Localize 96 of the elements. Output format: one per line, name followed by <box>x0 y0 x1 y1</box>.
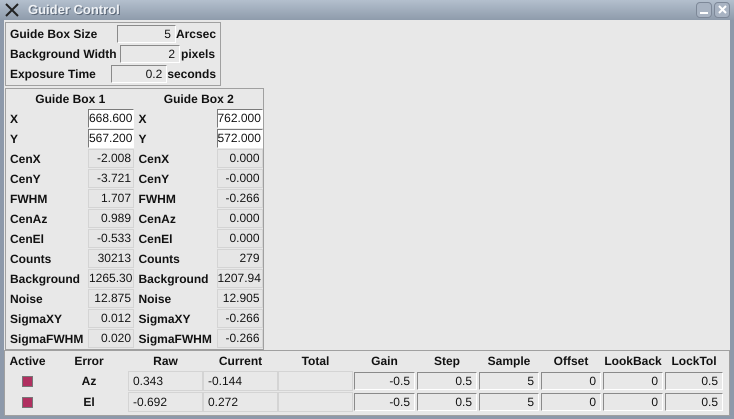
unit-label: pixels <box>180 46 216 62</box>
value-readout: 12.905 <box>216 289 262 308</box>
field-label: SigmaFWHM <box>138 330 213 348</box>
close-button[interactable] <box>714 2 730 18</box>
value-readout: -0.000 <box>216 169 262 188</box>
setting-label: Exposure Time <box>10 66 97 82</box>
value-input[interactable]: 572.000 <box>216 129 262 148</box>
value-field[interactable]: 5 <box>117 24 176 42</box>
column-heading: Step <box>432 352 461 370</box>
field-label: Counts <box>138 250 181 268</box>
value-readout: 279 <box>216 249 262 268</box>
value-field[interactable]: 0 <box>603 393 663 411</box>
value-field[interactable]: 0 <box>541 372 601 390</box>
field-label: Noise <box>9 290 44 308</box>
field-label: CenX <box>9 150 42 168</box>
axis-label: Az <box>80 373 98 390</box>
field-label: X <box>9 110 20 128</box>
setting-label: Background Width <box>10 46 118 62</box>
value-input[interactable]: 567.200 <box>88 129 134 148</box>
value-field[interactable]: 5 <box>479 393 539 411</box>
value-readout: 1265.30 <box>88 269 134 288</box>
column-heading: LockTol <box>670 352 718 370</box>
unit-label: Arcsec <box>176 26 216 42</box>
value-field[interactable]: 0 <box>541 393 601 411</box>
field-label: Counts <box>9 250 52 268</box>
value-readout: 0.000 <box>216 149 262 168</box>
field-label: Y <box>9 130 20 148</box>
minimize-button[interactable] <box>696 2 712 18</box>
value-readout: -2.008 <box>88 149 134 168</box>
column-heading: Sample <box>486 352 532 370</box>
value-readout: -3.721 <box>88 169 134 188</box>
value-readout: 1.707 <box>88 189 134 208</box>
value-field[interactable]: 0 <box>603 372 663 390</box>
column-heading: Active <box>8 352 47 370</box>
value-field[interactable]: 0.5 <box>665 393 723 411</box>
close-icon <box>718 5 726 14</box>
column-heading: LookBack <box>603 352 663 370</box>
minimize-icon <box>700 12 708 14</box>
field-label: Background <box>138 270 210 288</box>
unit-label: seconds <box>167 66 216 82</box>
field-label: SigmaXY <box>138 310 192 328</box>
value-field[interactable]: 0.5 <box>417 372 477 390</box>
value-readout: 0.020 <box>88 329 134 348</box>
value-readout: -0.144 <box>203 371 278 391</box>
value-readout: 0.343 <box>128 371 203 391</box>
field-label: CenY <box>9 170 42 188</box>
column-heading: Offset <box>552 352 590 370</box>
value-readout: 0.272 <box>203 392 278 412</box>
value-field[interactable]: 0.2 <box>111 64 168 82</box>
field-label: CenAz <box>138 210 177 228</box>
field-label: Background <box>9 270 82 288</box>
value-field[interactable]: 0.5 <box>665 372 723 390</box>
value-field[interactable]: 2 <box>120 44 180 62</box>
x-logo-icon <box>4 2 20 18</box>
active-checkbox[interactable] <box>22 396 33 408</box>
field-label: FWHM <box>138 190 177 208</box>
value-readout: 30213 <box>88 249 134 268</box>
value-readout: 1207.94 <box>216 269 262 288</box>
value-readout: -0.266 <box>216 189 262 208</box>
field-label: FWHM <box>9 190 48 208</box>
setting-label: Guide Box Size <box>10 26 98 42</box>
column-heading: Current <box>218 352 264 370</box>
field-label: X <box>138 110 148 128</box>
column-heading: Guide Box 1 <box>34 90 106 108</box>
column-heading: Guide Box 2 <box>162 90 235 108</box>
window-title: Guider Control <box>28 1 120 19</box>
field-label: CenY <box>138 170 170 188</box>
value-field[interactable]: 5 <box>479 372 539 390</box>
value-input[interactable]: 668.600 <box>88 109 134 128</box>
field-label: CenX <box>138 150 170 168</box>
field-label: CenEl <box>9 230 46 248</box>
value-readout: -0.266 <box>216 309 262 328</box>
column-heading: Total <box>300 352 330 370</box>
value-readout: 0.000 <box>216 229 262 248</box>
value-readout: -0.533 <box>88 229 134 248</box>
field-label: CenAz <box>9 210 48 228</box>
value-readout: -0.692 <box>128 392 203 412</box>
value-readout: 0.012 <box>88 309 134 328</box>
field-label: SigmaXY <box>9 310 64 328</box>
value-input[interactable]: 762.000 <box>216 109 262 128</box>
value-field[interactable]: 0.5 <box>417 393 477 411</box>
value-field[interactable]: -0.5 <box>354 372 415 390</box>
field-label: Y <box>138 130 148 148</box>
value-readout: 0.000 <box>216 209 262 228</box>
column-heading: Error <box>73 352 105 370</box>
value-field[interactable]: -0.5 <box>354 393 415 411</box>
column-heading: Raw <box>152 352 179 370</box>
field-label: SigmaFWHM <box>9 330 84 348</box>
axis-label: El <box>82 394 96 411</box>
active-checkbox[interactable] <box>22 376 33 386</box>
field-label: Noise <box>138 290 172 308</box>
value-readout: -0.266 <box>216 329 262 348</box>
value-readout: 12.875 <box>88 289 134 308</box>
value-readout: 0.989 <box>88 209 134 228</box>
field-label: CenEl <box>138 230 174 248</box>
column-heading: Gain <box>370 352 399 370</box>
